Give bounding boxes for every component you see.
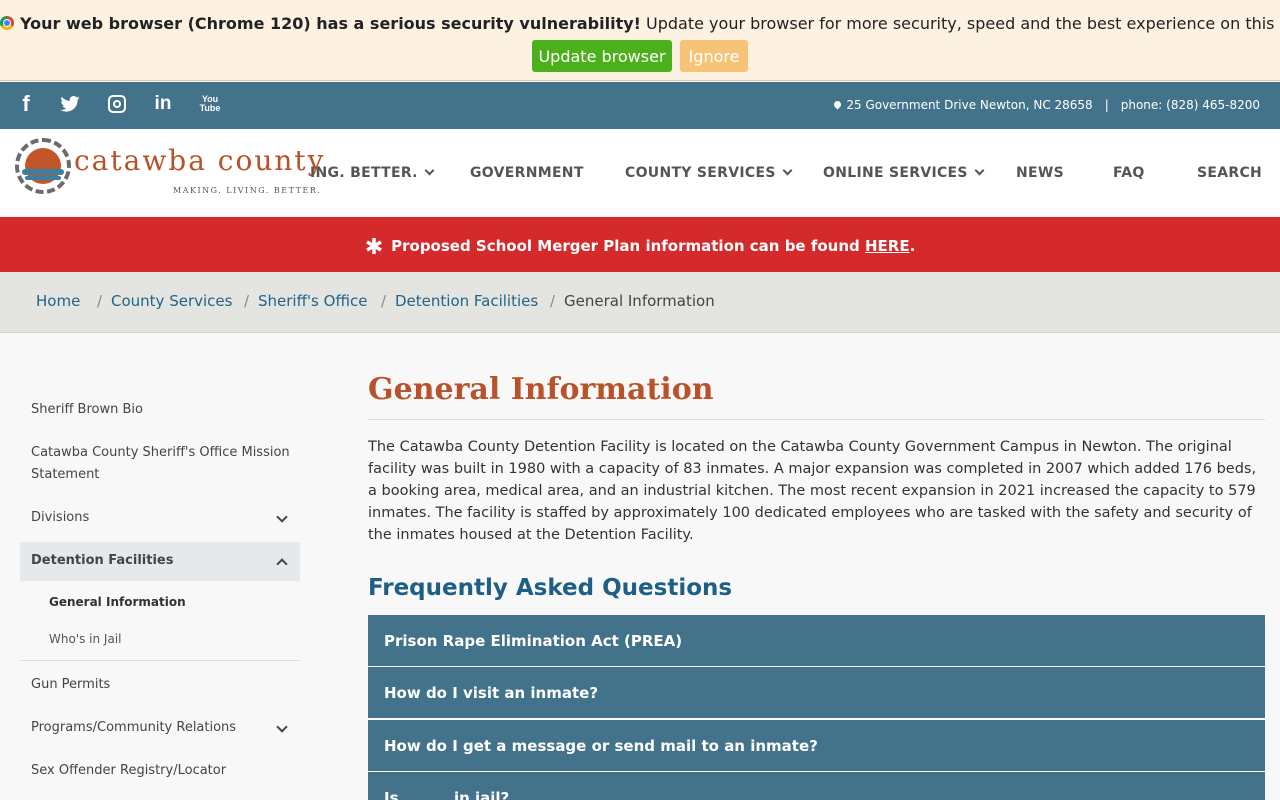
nav-label: ING. BETTER.	[310, 165, 418, 181]
nav-government[interactable]: GOVERNMENT	[470, 165, 584, 181]
top-bar: f in You Tube 25 Government Drive Newton…	[0, 82, 1280, 129]
faq-item-send-mail[interactable]: How do I get a message or send mail to a…	[368, 720, 1265, 771]
warning-text: Update your browser for more security, s…	[640, 14, 1280, 33]
nav-label: ONLINE SERVICES	[823, 165, 968, 181]
nav-label: COUNTY SERVICES	[625, 165, 776, 181]
instagram-glyph	[108, 95, 126, 113]
breadcrumb-separator: /	[381, 292, 387, 310]
update-browser-button[interactable]: Update browser	[532, 40, 672, 72]
breadcrumb-home[interactable]: Home	[36, 292, 80, 310]
instagram-icon[interactable]	[105, 92, 129, 116]
faq-heading: Frequently Asked Questions	[368, 575, 733, 601]
breadcrumb-sheriffs-office[interactable]: Sheriff's Office	[258, 292, 367, 310]
sidebar-subitem-whos-in-jail[interactable]: Who's in Jail	[49, 632, 122, 646]
logo-name: catawba county	[74, 144, 326, 177]
browser-warning-banner: Your web browser (Chrome 120) has a seri…	[0, 0, 1280, 81]
map-pin-icon	[832, 99, 843, 110]
page-title: General Information	[368, 372, 714, 407]
youtube-icon[interactable]: You Tube	[198, 92, 222, 116]
sidebar-item-gun-permits[interactable]: Gun Permits	[20, 674, 300, 696]
county-logo[interactable]: catawba county MAKING. LIVING. BETTER.	[15, 138, 323, 198]
faq-item-visit-inmate[interactable]: How do I visit an inmate?	[368, 667, 1265, 718]
sidebar-item-sex-offender-registry[interactable]: Sex Offender Registry/Locator	[20, 760, 300, 782]
sidebar-item-divisions[interactable]: Divisions	[20, 507, 300, 529]
chrome-icon	[0, 16, 14, 30]
linkedin-icon[interactable]: in	[151, 92, 175, 116]
logo-tagline: MAKING. LIVING. BETTER.	[173, 186, 322, 195]
sidebar-item-sheriff-bio[interactable]: Sheriff Brown Bio	[20, 399, 300, 421]
browser-warning-message: Your web browser (Chrome 120) has a seri…	[0, 14, 1280, 33]
breadcrumb-separator: /	[244, 292, 250, 310]
sidebar-item-detention-facilities[interactable]: Detention Facilities	[20, 542, 300, 581]
nav-living-better[interactable]: ING. BETTER.	[310, 165, 435, 181]
breadcrumb-current: General Information	[564, 292, 715, 310]
title-divider	[368, 419, 1265, 420]
twitter-icon[interactable]	[58, 92, 82, 116]
ignore-button[interactable]: Ignore	[680, 40, 748, 72]
site-header: catawba county MAKING. LIVING. BETTER. I…	[0, 129, 1280, 217]
faq-item-prea[interactable]: Prison Rape Elimination Act (PREA)	[368, 615, 1265, 666]
breadcrumb-county-services[interactable]: County Services	[111, 292, 232, 310]
nav-faq[interactable]: FAQ	[1113, 165, 1145, 181]
nav-county-services[interactable]: COUNTY SERVICES	[625, 165, 793, 181]
faq-item-in-jail[interactable]: Is ______ in jail?	[368, 772, 1265, 800]
nav-online-services[interactable]: ONLINE SERVICES	[823, 165, 985, 181]
youtube-bottom-text: Tube	[199, 103, 221, 113]
sidebar-item-mission[interactable]: Catawba County Sheriff's Office Mission …	[20, 442, 290, 486]
nav-search[interactable]: SEARCH	[1197, 165, 1262, 181]
sidebar-item-programs[interactable]: Programs/Community Relations	[20, 717, 300, 739]
sidebar-subitem-general-information[interactable]: General Information	[49, 595, 186, 609]
chevron-down-icon	[974, 165, 985, 176]
alert-end: .	[909, 237, 916, 255]
sidebar-divider	[20, 660, 300, 661]
chevron-down-icon	[424, 165, 435, 176]
phone-link[interactable]: phone: (828) 465-8200	[1121, 98, 1260, 112]
county-seal-icon	[15, 138, 71, 194]
alert-banner: ✱ Proposed School Merger Plan information…	[0, 217, 1280, 272]
warning-bold-text: Your web browser (Chrome 120) has a seri…	[20, 14, 641, 33]
contact-separator: |	[1104, 98, 1109, 112]
facebook-icon[interactable]: f	[14, 91, 38, 116]
address-text: 25 Government Drive Newton, NC 28658	[846, 98, 1093, 112]
asterisk-icon: ✱	[364, 235, 384, 260]
contact-info: 25 Government Drive Newton, NC 28658 | pho…	[832, 98, 1260, 112]
breadcrumb-separator: /	[97, 292, 103, 310]
nav-news[interactable]: NEWS	[1016, 165, 1064, 181]
alert-message: ✱ Proposed School Merger Plan information…	[0, 235, 1280, 260]
breadcrumb-separator: /	[550, 292, 556, 310]
alert-here-link[interactable]: HERE	[865, 237, 910, 255]
alert-text: Proposed School Merger Plan information …	[391, 237, 865, 255]
breadcrumb: Home / County Services / Sheriff's Offic…	[0, 272, 1280, 333]
intro-paragraph: The Catawba County Detention Facility is…	[368, 439, 1257, 543]
breadcrumb-detention-facilities[interactable]: Detention Facilities	[395, 292, 538, 310]
chevron-down-icon	[782, 165, 793, 176]
